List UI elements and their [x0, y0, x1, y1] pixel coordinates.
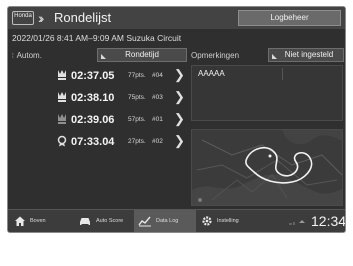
- auto-mode-label: ⦙ Autom.: [12, 50, 42, 63]
- lap-points: 77pts.: [128, 72, 146, 79]
- map-image: [192, 130, 342, 205]
- page-title: Rondelijst: [54, 10, 112, 25]
- header-bar: Honda ›› Rondelijst Logbeheer: [8, 7, 345, 29]
- dropdown-corner-icon: [272, 54, 277, 59]
- app-logo: Honda: [12, 11, 34, 25]
- chevron-right-icon: ❯: [174, 133, 185, 148]
- signal-icon: ⦙: [12, 53, 14, 60]
- car-icon: [80, 218, 90, 225]
- lap-time: 02:38.10: [71, 92, 115, 104]
- remarks-text: AAAAA: [198, 69, 225, 78]
- breadcrumb-chevron-icon: ››: [38, 10, 45, 26]
- nav-auto-score-button[interactable]: Auto Score: [74, 210, 134, 232]
- nav-settings-button[interactable]: Instelling: [196, 210, 258, 232]
- remarks-filter-label: Niet ingesteld: [284, 50, 334, 59]
- lap-number: #01: [152, 116, 163, 123]
- remarks-field[interactable]: AAAAA: [191, 65, 343, 121]
- divider: [282, 68, 283, 80]
- lap-row[interactable]: 07:33.04 27pts. #02 ❯: [56, 133, 190, 151]
- log-management-button[interactable]: Logbeheer: [238, 10, 341, 26]
- lap-number: #04: [152, 72, 163, 79]
- lap-row[interactable]: 02:37.05 77pts. #04 ❯: [56, 67, 190, 85]
- lap-number: #02: [152, 138, 163, 145]
- lap-time: 02:37.05: [71, 70, 115, 82]
- status-icons: [289, 220, 305, 225]
- trophy-silver-icon: [58, 92, 66, 102]
- track-map[interactable]: [191, 129, 343, 206]
- gear-icon: [202, 216, 212, 226]
- lap-time: 02:39.06: [71, 114, 115, 126]
- remarks-label: Opmerkingen: [191, 51, 240, 60]
- sort-button-label: Rondetijd: [125, 50, 159, 59]
- bottom-navigation: Boven Auto Score Data Log Instelling 12:…: [8, 209, 346, 232]
- lap-points: 75pts.: [128, 94, 146, 101]
- auto-mode-text: Autom.: [16, 51, 42, 60]
- trophy-bronze-icon: [58, 114, 66, 124]
- remarks-filter-button[interactable]: Niet ingesteld: [268, 48, 344, 62]
- chevron-right-icon: ❯: [174, 111, 185, 126]
- lap-points: 27pts.: [128, 138, 146, 145]
- lap-number: #03: [152, 94, 163, 101]
- nav-home-button[interactable]: Boven: [8, 210, 74, 232]
- chevron-right-icon: ❯: [174, 89, 185, 104]
- lap-points: 57pts.: [128, 116, 146, 123]
- home-icon: [15, 216, 25, 226]
- screen: Honda ›› Rondelijst Logbeheer 2022/01/26…: [7, 6, 346, 233]
- clock: 12:34: [311, 213, 346, 229]
- dropdown-corner-icon: [101, 54, 106, 59]
- sort-lap-time-button[interactable]: Rondetijd: [97, 48, 187, 62]
- chevron-right-icon: ❯: [174, 67, 185, 82]
- medal-icon: [57, 135, 67, 147]
- nav-data-log-tab[interactable]: Data Log: [134, 210, 196, 232]
- trophy-gold-icon: [58, 70, 66, 80]
- nav-settings-label: Instelling: [217, 218, 239, 224]
- data-log-icon: [138, 216, 151, 227]
- lap-row[interactable]: 02:38.10 75pts. #03 ❯: [56, 89, 190, 107]
- session-info: 2022/01/26 8:41 AM–9:09 AM Suzuka Circui…: [12, 33, 182, 43]
- lap-time: 07:33.04: [71, 136, 115, 148]
- nav-data-log-label: Data Log: [156, 218, 179, 224]
- nav-home-label: Boven: [30, 218, 46, 224]
- lap-row[interactable]: 02:39.06 57pts. #01 ❯: [56, 111, 190, 129]
- nav-auto-score-label: Auto Score: [96, 218, 124, 224]
